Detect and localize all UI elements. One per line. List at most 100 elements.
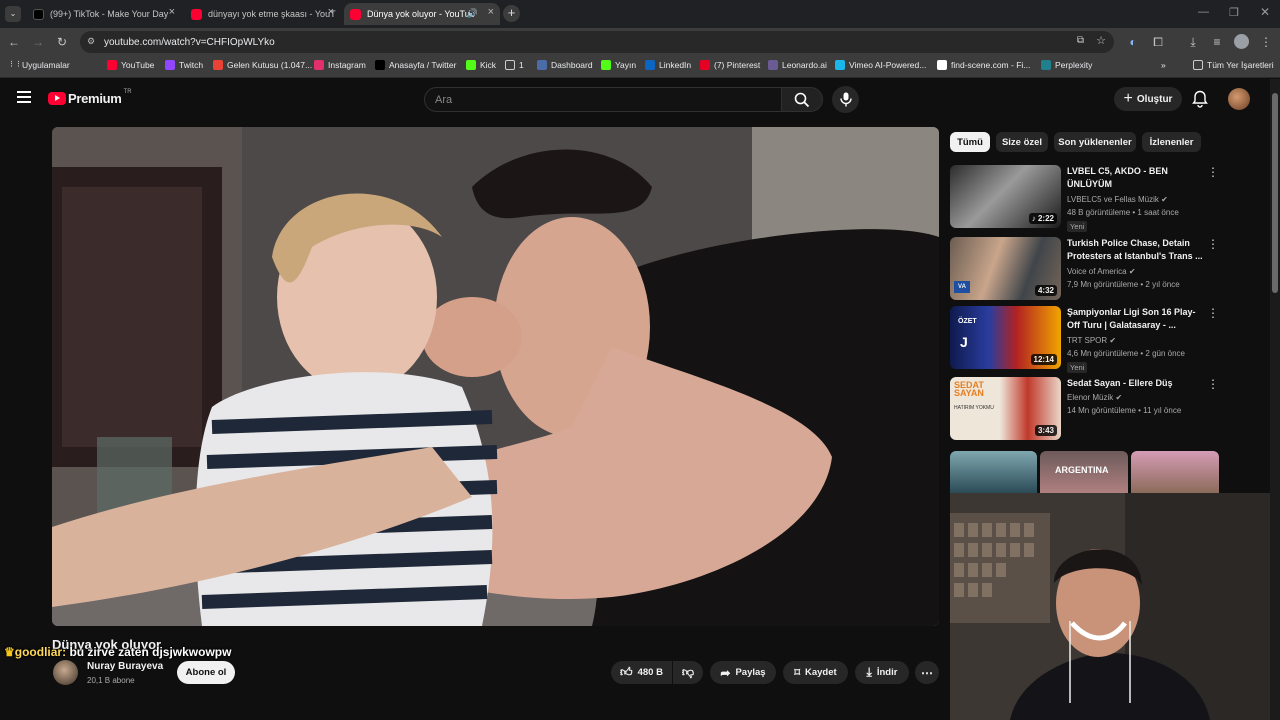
bookmark-item[interactable]: Anasayfa / Twitter xyxy=(375,60,456,70)
video-title[interactable]: Turkish Police Chase, Detain Protesters … xyxy=(1067,237,1207,263)
page-scrollbar[interactable] xyxy=(1270,79,1280,720)
restore-icon[interactable]: ❐ xyxy=(1229,6,1239,19)
extensions-icon[interactable]: ⧠ xyxy=(1150,34,1166,50)
chip-recently-uploaded[interactable]: Son yüklenenler xyxy=(1054,132,1136,152)
more-options-icon[interactable]: ⋮ xyxy=(1207,377,1219,391)
close-tab-icon[interactable]: × xyxy=(488,6,494,18)
create-button[interactable]: + Oluştur xyxy=(1114,87,1182,111)
ozet-label: ÖZET xyxy=(958,318,977,325)
subscribe-button[interactable]: Abone ol xyxy=(177,661,235,684)
voice-search-button[interactable] xyxy=(832,86,859,113)
save-button[interactable]: ⌑ Kaydet xyxy=(783,661,848,684)
video-thumbnail[interactable]: VA 4:32 xyxy=(950,237,1061,300)
shorts-thumbnail[interactable] xyxy=(950,451,1037,493)
channel-name[interactable]: LVBELC5 ve Fellas Müzik ✔ xyxy=(1067,195,1168,204)
download-icon[interactable]: ⤓ xyxy=(1185,34,1201,50)
bookmark-item[interactable]: LinkedIn xyxy=(645,60,691,70)
bookmark-item[interactable]: Twitch xyxy=(165,60,203,70)
more-options-icon[interactable]: ⋮ xyxy=(1207,237,1219,251)
more-actions-button[interactable]: ⋯ xyxy=(915,661,939,684)
download-button[interactable]: ⤓ İndir xyxy=(855,661,909,684)
video-title[interactable]: Şampiyonlar Ligi Son 16 Play-Off Turu | … xyxy=(1067,306,1207,332)
dislike-button[interactable]: 👎︎ xyxy=(673,661,703,684)
bookmark-item[interactable]: Instagram xyxy=(314,60,366,70)
verified-icon: ✔ xyxy=(1161,195,1168,204)
bookmark-item[interactable]: Kick xyxy=(466,60,496,70)
chip-watched[interactable]: İzlenenler xyxy=(1142,132,1201,152)
close-tab-icon[interactable]: × xyxy=(328,6,334,18)
bookmark-item[interactable]: ⋮⋮ Uygulamalar xyxy=(8,60,70,70)
recommendation-card[interactable]: ♪ 2:22 LVBEL C5, AKDO - BEN ÜNLÜYÜM LVBE… xyxy=(949,165,1269,232)
download-icon: ⤓ xyxy=(866,665,872,679)
like-button[interactable]: 👍︎ 480 B xyxy=(611,661,672,684)
bookmarks-bar: ⋮⋮ Uygulamalar YouTube Twitch Gelen Kutusu (… xyxy=(0,56,1280,78)
account-avatar[interactable] xyxy=(1228,88,1250,110)
address-bar[interactable]: ⚙ youtube.com/watch?v=CHFIOpWLYko ⧉ ☆ xyxy=(80,31,1114,53)
video-thumbnail[interactable]: ÖZET J 12:14 xyxy=(950,306,1061,369)
video-frame xyxy=(52,127,939,626)
video-player[interactable] xyxy=(52,127,939,626)
bookmark-item[interactable]: Vimeo AI-Powered... xyxy=(835,60,926,70)
recommendation-card[interactable]: ÖZET J 12:14 Şampiyonlar Ligi Son 16 Pla… xyxy=(949,306,1269,373)
channel-name[interactable]: TRT SPOR ✔ xyxy=(1067,336,1116,345)
hamburger-menu-icon[interactable] xyxy=(17,91,31,103)
reading-list-icon[interactable]: ≡ xyxy=(1209,34,1225,50)
bookmark-item[interactable]: Perplexity xyxy=(1041,60,1092,70)
extension-translate-icon[interactable]: ◐ xyxy=(1125,34,1141,50)
youtube-logo[interactable]: Premium TR xyxy=(48,89,132,106)
speaker-icon[interactable]: 🔊 xyxy=(467,8,478,19)
scrollbar-thumb[interactable] xyxy=(1272,93,1278,293)
more-options-icon[interactable]: ⋮ xyxy=(1207,165,1219,179)
search-button[interactable] xyxy=(781,87,823,112)
shorts-thumbnail[interactable] xyxy=(1131,451,1219,493)
browser-tab-tiktok[interactable]: (99+) TikTok - Make Your Day × xyxy=(27,3,181,25)
bookmark-label: Perplexity xyxy=(1055,60,1093,70)
bookmark-item[interactable]: YouTube xyxy=(107,60,154,70)
bookmark-item[interactable]: (7) Pinterest xyxy=(700,60,760,70)
cast-icon[interactable]: ⧉ xyxy=(1077,35,1084,46)
bookmark-item[interactable]: Dashboard xyxy=(537,60,593,70)
minimize-icon[interactable]: — xyxy=(1198,6,1209,18)
channel-name[interactable]: Elenor Müzik ✔ xyxy=(1067,393,1122,402)
recommendation-card[interactable]: SEDAT SAYAN HATIRIM YOKMU 3:43 Sedat Say… xyxy=(949,377,1269,441)
bookmark-item[interactable]: 1 xyxy=(505,60,524,70)
video-title[interactable]: LVBEL C5, AKDO - BEN ÜNLÜYÜM xyxy=(1067,165,1207,191)
video-title[interactable]: Sedat Sayan - Ellere Düş xyxy=(1067,377,1207,390)
profile-avatar[interactable] xyxy=(1234,34,1249,49)
chip-for-you[interactable]: Size özel xyxy=(996,132,1048,152)
more-options-icon[interactable]: ⋮ xyxy=(1207,306,1219,320)
all-bookmarks-folder[interactable]: Tüm Yer İşaretleri xyxy=(1193,60,1274,70)
reload-icon[interactable]: ↻ xyxy=(54,34,70,50)
recommendation-card[interactable]: VA 4:32 Turkish Police Chase, Detain Pro… xyxy=(949,237,1269,301)
forward-icon[interactable]: → xyxy=(30,34,46,50)
bookmark-label: find-scene.com - Fi... xyxy=(951,60,1031,70)
bookmark-item[interactable]: find-scene.com - Fi... xyxy=(937,60,1030,70)
grid-icon: ⋮⋮ xyxy=(8,61,22,68)
tab-search-button[interactable]: ⌄ xyxy=(5,6,21,22)
bookmark-item[interactable]: Leonardo.ai xyxy=(768,60,827,70)
site-info-icon[interactable]: ⚙ xyxy=(87,36,95,47)
channel-avatar[interactable] xyxy=(53,660,78,685)
bookmark-star-icon[interactable]: ☆ xyxy=(1096,34,1106,47)
browser-menu-icon[interactable]: ⋮ xyxy=(1258,34,1274,50)
channel-name[interactable]: Voice of America ✔ xyxy=(1067,267,1136,276)
shorts-thumbnail[interactable]: ARGENTINA xyxy=(1040,451,1128,493)
channel-name[interactable]: Nuray Burayeva xyxy=(87,661,163,672)
search-input[interactable]: Ara xyxy=(424,87,782,112)
share-button[interactable]: ➦ Paylaş xyxy=(710,661,776,684)
browser-tab-youtube-1[interactable]: dünyayı yok etme şkaası - YouT × xyxy=(185,3,340,25)
microphone-icon xyxy=(840,92,852,107)
more-bookmarks-icon[interactable]: » xyxy=(1161,60,1166,70)
chip-all[interactable]: Tümü xyxy=(950,132,990,152)
browser-tab-youtube-active[interactable]: Dünya yok oluyor - YouTub 🔊 × xyxy=(344,3,500,25)
kick-icon xyxy=(601,60,611,70)
bookmark-item[interactable]: Yayın xyxy=(601,60,636,70)
video-thumbnail[interactable]: SEDAT SAYAN HATIRIM YOKMU 3:43 xyxy=(950,377,1061,440)
bookmark-item[interactable]: Gelen Kutusu (1.047... xyxy=(213,60,312,70)
video-thumbnail[interactable]: ♪ 2:22 xyxy=(950,165,1061,228)
window-close-icon[interactable]: ✕ xyxy=(1260,5,1270,19)
notifications-bell-icon[interactable] xyxy=(1192,90,1208,113)
close-tab-icon[interactable]: × xyxy=(169,6,175,18)
new-tab-button[interactable]: + xyxy=(503,5,520,22)
back-icon[interactable]: ← xyxy=(6,34,22,50)
